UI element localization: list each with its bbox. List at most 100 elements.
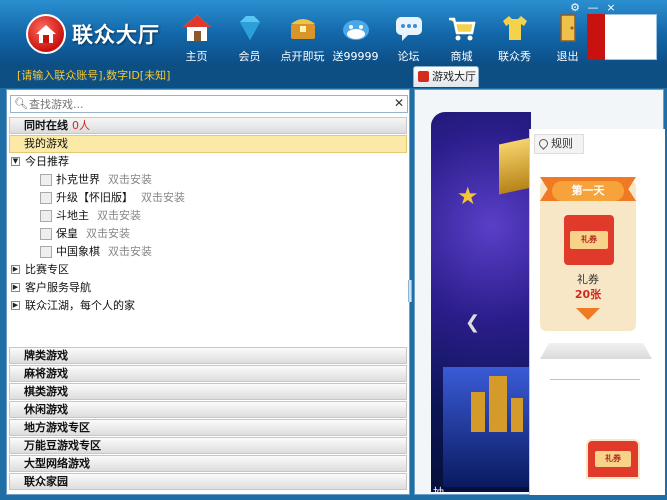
search-input[interactable] <box>29 97 379 111</box>
tree-game-item[interactable]: 扑克世界 双击安装 <box>9 171 407 189</box>
game-icon <box>40 228 52 240</box>
building-decoration <box>511 398 523 432</box>
home-icon <box>183 15 211 41</box>
platform-decoration <box>540 343 652 359</box>
game-icon <box>40 210 52 222</box>
tab-game-hall[interactable]: 游戏大厅 <box>413 66 479 87</box>
nav-gift[interactable]: 送99999 <box>329 8 382 64</box>
gear-icon[interactable]: ⚙ <box>566 1 584 15</box>
game-icon <box>40 246 52 258</box>
game-name: 保皇 <box>56 227 78 240</box>
collapse-icon[interactable]: ▼ <box>11 157 20 166</box>
install-hint: 双击安装 <box>108 173 152 186</box>
tree-label: 比赛专区 <box>25 263 69 276</box>
expand-icon[interactable]: ▶ <box>11 301 20 310</box>
game-name: 扑克世界 <box>56 173 100 186</box>
panel-splitter[interactable] <box>408 280 412 302</box>
chevron-down-icon <box>576 308 600 320</box>
online-count: 0人 <box>72 119 90 132</box>
install-hint: 双击安装 <box>141 191 185 204</box>
category-casual[interactable]: 休闲游戏 <box>9 401 407 418</box>
chat-bubble-icon <box>396 17 422 41</box>
shopping-cart-icon <box>449 17 476 41</box>
shark-icon <box>343 20 369 40</box>
install-hint: 双击安装 <box>108 245 152 258</box>
reward-name: 礼券 <box>577 273 599 286</box>
coupon-text: 礼券 <box>570 231 608 249</box>
game-icon <box>40 192 52 204</box>
reward-count: 20张 <box>574 288 602 301</box>
online-count-row: 同时在线 0人 <box>9 117 407 134</box>
category-list: 牌类游戏 麻将游戏 棋类游戏 休闲游戏 地方游戏专区 万能豆游戏专区 大型网络游… <box>9 347 407 491</box>
nav-show[interactable]: 联众秀 <box>488 8 541 64</box>
my-games-row[interactable]: 我的游戏 <box>9 135 407 153</box>
tree-today-recommend[interactable]: ▼ 今日推荐 <box>9 153 407 171</box>
tree-game-item[interactable]: 升级【怀旧版】 双击安装 <box>9 189 407 207</box>
nav-vip[interactable]: 会员 <box>223 8 276 64</box>
banner-caption: 抽 <box>433 484 444 492</box>
tab-label: 游戏大厅 <box>432 70 476 83</box>
location-pin-icon <box>537 137 550 150</box>
shirt-icon <box>503 16 527 40</box>
avatar[interactable] <box>587 14 657 60</box>
day-label: 第一天 <box>552 181 624 201</box>
app-brand: 联众大厅 <box>72 23 160 47</box>
expand-icon[interactable]: ▶ <box>11 283 20 292</box>
title-bar: 联众大厅 主页 会员 点开即玩 送99999 论坛 商城 联众秀 退出 ⚙ — … <box>0 0 667 64</box>
clear-icon[interactable]: ✕ <box>394 96 404 110</box>
signin-reward-popup: 规则 第一天 礼券 礼券 20张 礼券 <box>529 129 665 495</box>
tree-label: 联众江湖，每个人的家 <box>25 299 135 312</box>
prev-arrow-icon[interactable]: ❮ <box>465 312 480 333</box>
tree-game-item[interactable]: 中国象棋 双击安装 <box>9 243 407 261</box>
search-icon: 🔍︎ <box>14 97 28 110</box>
gold-banner-decoration <box>499 129 531 195</box>
category-wanneng-bean[interactable]: 万能豆游戏专区 <box>9 437 407 454</box>
treasure-chest-icon <box>291 19 315 39</box>
tree-customer-service[interactable]: ▶ 客户服务导航 <box>9 279 407 297</box>
home-icon <box>418 71 429 82</box>
flag-icon <box>587 14 605 60</box>
coupon-icon: 礼券 <box>586 439 640 479</box>
category-mmo[interactable]: 大型网络游戏 <box>9 455 407 472</box>
category-board-games[interactable]: 棋类游戏 <box>9 383 407 400</box>
day-reward-card[interactable]: 第一天 礼券 礼券 20张 <box>540 177 636 331</box>
category-local[interactable]: 地方游戏专区 <box>9 419 407 436</box>
game-name: 中国象棋 <box>56 245 100 258</box>
game-list-panel: 🔍︎ ✕ 同时在线 0人 我的游戏 ▼ 今日推荐 扑克世界双击安装 升级【怀旧版】… <box>6 89 410 495</box>
tree-jianghu[interactable]: ▶ 联众江湖，每个人的家 <box>9 297 407 315</box>
exit-door-icon <box>560 14 576 42</box>
nav-mall[interactable]: 商城 <box>435 8 488 64</box>
tree-game-item[interactable]: 斗地主 双击安装 <box>9 207 407 225</box>
tree-label: 今日推荐 <box>25 155 69 168</box>
online-label: 同时在线 <box>24 119 68 132</box>
close-button[interactable]: × <box>602 1 620 15</box>
rules-label: 规则 <box>551 137 573 150</box>
category-mahjong[interactable]: 麻将游戏 <box>9 365 407 382</box>
search-box: 🔍︎ ✕ <box>10 95 408 113</box>
game-name: 斗地主 <box>56 209 89 222</box>
rules-tab[interactable]: 规则 <box>534 134 584 154</box>
window-controls: ⚙ — × <box>566 1 620 15</box>
building-decoration <box>489 376 507 432</box>
minimize-button[interactable]: — <box>584 1 602 15</box>
nav-home[interactable]: 主页 <box>170 8 223 64</box>
install-hint: 双击安装 <box>86 227 130 240</box>
install-hint: 双击安装 <box>97 209 141 222</box>
divider <box>550 379 640 380</box>
category-home[interactable]: 联众家园 <box>9 473 407 490</box>
game-icon <box>40 174 52 186</box>
main-nav: 主页 会员 点开即玩 送99999 论坛 商城 联众秀 退出 <box>170 8 594 64</box>
diamond-icon <box>240 16 260 40</box>
nav-instant-play[interactable]: 点开即玩 <box>276 8 329 64</box>
promo-banner[interactable]: ★ ❮ 抽 <box>431 112 531 492</box>
account-info[interactable]: [请输入联众账号],数字ID[未知] <box>17 67 170 83</box>
tree-game-item[interactable]: 保皇 双击安装 <box>9 225 407 243</box>
tree-label: 客户服务导航 <box>25 281 91 294</box>
expand-icon[interactable]: ▶ <box>11 265 20 274</box>
lianzhong-logo-icon <box>26 14 66 54</box>
tree-match-zone[interactable]: ▶ 比赛专区 <box>9 261 407 279</box>
coupon-icon: 礼券 <box>562 213 616 267</box>
coupon-text: 礼券 <box>595 451 631 467</box>
category-card-games[interactable]: 牌类游戏 <box>9 347 407 364</box>
nav-forum[interactable]: 论坛 <box>382 8 435 64</box>
